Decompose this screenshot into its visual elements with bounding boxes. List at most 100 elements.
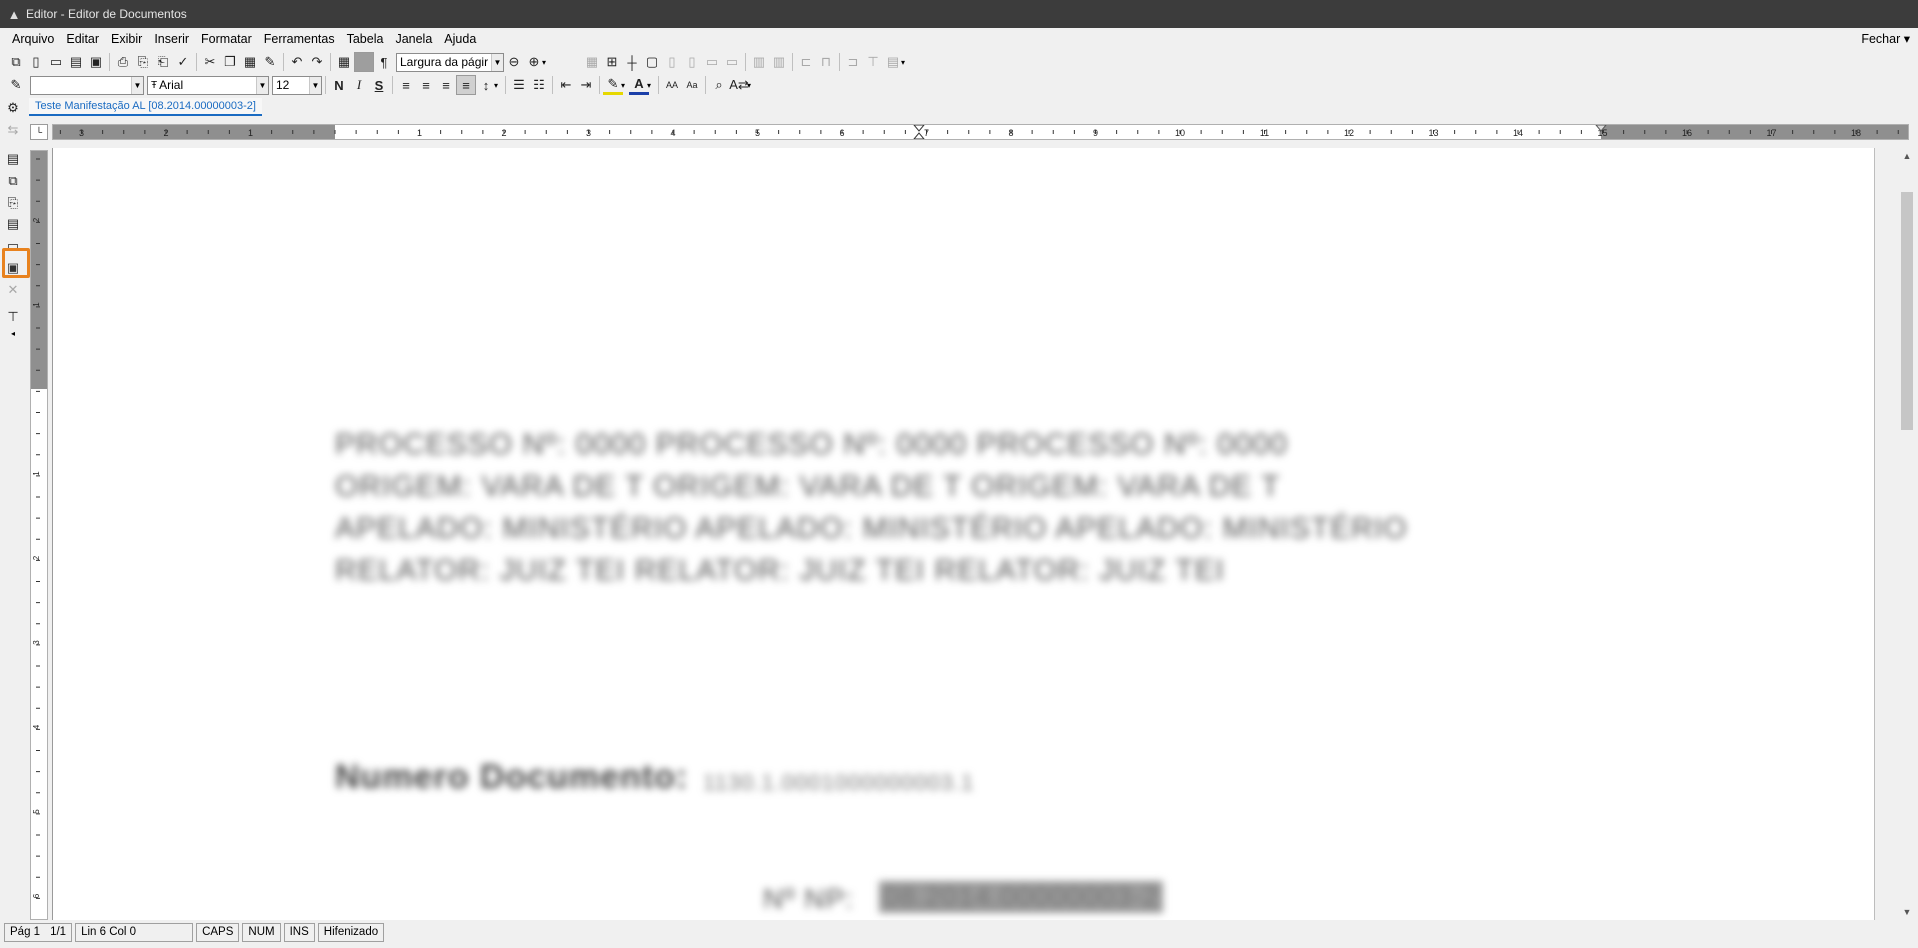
justify-icon[interactable]: ≡ [456, 75, 476, 95]
replace-icon[interactable]: A⇄ [729, 75, 749, 95]
save-as-icon[interactable]: ▤ [66, 52, 86, 72]
table-right-border-icon[interactable]: ▯ [682, 52, 702, 72]
cut-icon[interactable]: ✂ [200, 52, 220, 72]
table-top-border-icon[interactable]: ▭ [702, 52, 722, 72]
format-painter-icon[interactable]: ✎ [260, 52, 280, 72]
overflow-chevron-icon[interactable]: ▾ [747, 81, 755, 90]
shading-icon[interactable] [354, 52, 374, 72]
highlight-color-icon[interactable]: ✎ [603, 75, 623, 95]
menu-tabela[interactable]: Tabela [341, 32, 390, 46]
copy-template-icon[interactable]: ⧉ [3, 171, 23, 191]
menu-editar[interactable]: Editar [60, 32, 105, 46]
table-grid-icon[interactable]: ▦ [582, 52, 602, 72]
document-search-icon[interactable]: ⎘ [3, 193, 23, 213]
insert-table-icon[interactable]: ▦ [334, 52, 354, 72]
vertical-scrollbar[interactable]: ▲ ▼ [1898, 148, 1916, 920]
font-color-icon[interactable]: A [629, 75, 649, 95]
align-right-icon[interactable]: ≡ [436, 75, 456, 95]
increase-indent-icon[interactable]: ⇥ [576, 75, 596, 95]
menu-arquivo[interactable]: Arquivo [6, 32, 60, 46]
zoom-select[interactable]: Largura da págir ▼ [396, 52, 504, 72]
tab-document[interactable]: Teste Manifestação AL [08.2014.00000003-… [29, 98, 262, 116]
zoom-in-icon[interactable]: ⊕ [524, 52, 544, 72]
table-left-border-icon[interactable]: ▯ [662, 52, 682, 72]
paint-roller-icon[interactable]: ⊤ [3, 307, 23, 327]
table-outer-border-icon[interactable]: ▢ [642, 52, 662, 72]
scrollbar-thumb[interactable] [1901, 192, 1913, 430]
menu-ferramentas[interactable]: Ferramentas [258, 32, 341, 46]
indent-marker-icon[interactable] [913, 125, 925, 139]
horizontal-ruler[interactable]: 321123456789101112131415161718 [52, 124, 1909, 140]
tab-stop-selector[interactable]: └ [30, 124, 48, 140]
field-disabled-icon[interactable]: ⇆ [3, 120, 23, 140]
template-icon[interactable]: ▤ [3, 149, 23, 169]
menu-formatar[interactable]: Formatar [195, 32, 258, 46]
open-folder-icon[interactable]: ▭ [46, 52, 66, 72]
paragraph-marks-icon[interactable]: ¶ [374, 52, 394, 72]
app-logo-icon: ▲ [7, 6, 21, 22]
new-from-template-icon[interactable]: ⧉ [6, 52, 26, 72]
menu-janela[interactable]: Janela [389, 32, 438, 46]
copy-icon[interactable]: ❐ [220, 52, 240, 72]
delete-column-icon[interactable]: ⊤ [863, 52, 883, 72]
print-setup-icon[interactable]: ⎗ [153, 52, 173, 72]
toolbar-separator [658, 76, 659, 94]
font-color-chevron-icon[interactable]: ▾ [647, 81, 655, 90]
find-icon[interactable]: ⌕ [709, 75, 729, 95]
field-icon[interactable]: ⚙ [3, 98, 23, 118]
status-page: Pág 1 [4, 922, 46, 942]
np-value: 08.2014.00000003-2 [879, 881, 1164, 913]
styles-icon[interactable]: ✎ [6, 75, 26, 95]
list-icon[interactable]: ▤ [3, 214, 23, 234]
uppercase-icon[interactable]: AA [662, 75, 682, 95]
spellcheck-icon[interactable]: ✓ [173, 52, 193, 72]
print-preview-icon[interactable]: ⎘ [133, 52, 153, 72]
paste-icon[interactable]: ▦ [240, 52, 260, 72]
undo-icon[interactable]: ↶ [287, 52, 307, 72]
menu-ajuda[interactable]: Ajuda [438, 32, 482, 46]
horizontal-ruler-scale: 321123456789101112131415161718 [53, 125, 1908, 139]
table-inner-borders-icon[interactable]: ┼ [622, 52, 642, 72]
menu-inserir[interactable]: Inserir [148, 32, 195, 46]
font-size-select[interactable]: 12 ▼ [272, 75, 322, 95]
redo-icon[interactable]: ↷ [307, 52, 327, 72]
toolbar-separator [196, 53, 197, 71]
vertical-ruler[interactable]: 2 1 1 2 3 4 5 6 [30, 150, 48, 920]
style-select[interactable]: ▼ [30, 75, 144, 95]
lowercase-icon[interactable]: Aa [682, 75, 702, 95]
delete-row-icon[interactable]: ⊐ [843, 52, 863, 72]
insert-row-icon[interactable]: ⊏ [796, 52, 816, 72]
numbered-list-icon[interactable]: ☷ [529, 75, 549, 95]
ruler-label: 4 [32, 724, 41, 729]
strikethrough-button[interactable]: S [369, 75, 389, 95]
zoom-out-icon[interactable]: ⊖ [504, 52, 524, 72]
overflow-chevron-icon[interactable]: ▾ [542, 58, 550, 67]
line-spacing-chevron-icon[interactable]: ▾ [494, 81, 502, 90]
table-bottom-border-icon[interactable]: ▭ [722, 52, 742, 72]
insert-column-icon[interactable]: ⊓ [816, 52, 836, 72]
scroll-down-icon[interactable]: ▼ [1898, 904, 1916, 920]
save-icon[interactable]: ▣ [86, 52, 106, 72]
decrease-indent-icon[interactable]: ⇤ [556, 75, 576, 95]
new-document-icon[interactable]: ▯ [26, 52, 46, 72]
table-properties-icon[interactable]: ▤ [883, 52, 903, 72]
italic-button[interactable]: I [349, 75, 369, 95]
print-icon[interactable]: ⎙ [113, 52, 133, 72]
close-menu-button[interactable]: Fechar ▾ [1861, 31, 1910, 46]
split-cells-icon[interactable]: ▥ [769, 52, 789, 72]
remove-field-icon[interactable]: ✕ [3, 280, 23, 300]
scroll-up-icon[interactable]: ▲ [1898, 148, 1916, 164]
bold-button[interactable]: N [329, 75, 349, 95]
table-borders-icon[interactable]: ⊞ [602, 52, 622, 72]
line-spacing-icon[interactable]: ↕ [476, 75, 496, 95]
highlight-chevron-icon[interactable]: ▾ [621, 81, 629, 90]
align-center-icon[interactable]: ≡ [416, 75, 436, 95]
merge-cells-icon[interactable]: ▥ [749, 52, 769, 72]
menu-exibir[interactable]: Exibir [105, 32, 148, 46]
align-left-icon[interactable]: ≡ [396, 75, 416, 95]
overflow-chevron-icon[interactable]: ▾ [901, 58, 909, 67]
bullet-list-icon[interactable]: ☰ [509, 75, 529, 95]
left-arrow-icon[interactable]: ◂ [11, 329, 15, 338]
document-canvas[interactable]: PROCESSO Nº: 0000 PROCESSO Nº: 0000 PROC… [52, 148, 1874, 920]
font-select[interactable]: Ŧ Arial ▼ [147, 75, 269, 95]
